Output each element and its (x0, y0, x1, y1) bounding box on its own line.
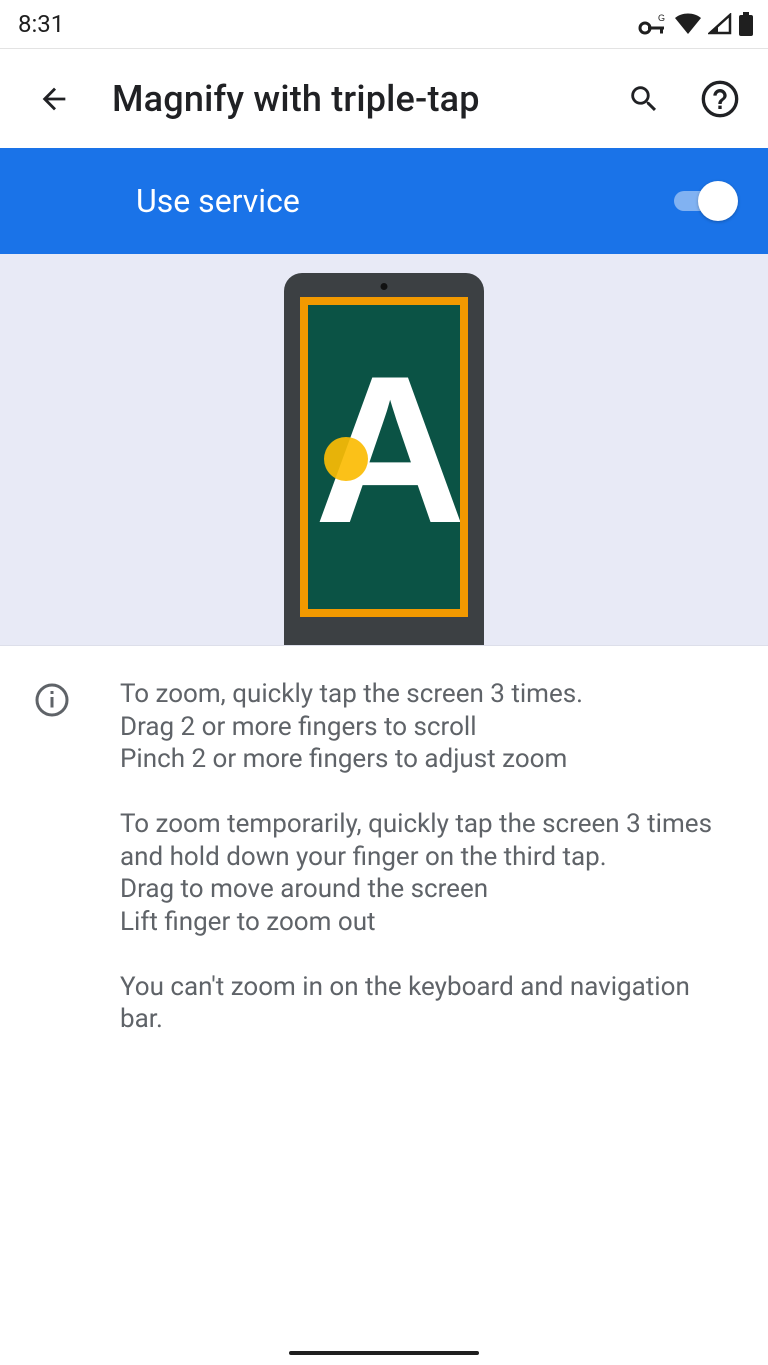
wifi-icon (674, 13, 702, 35)
help-button[interactable] (700, 79, 740, 119)
phone-illustration: A (284, 273, 484, 645)
use-service-row[interactable]: Use service (0, 148, 768, 254)
svg-text:G: G (658, 13, 665, 23)
app-bar: Magnify with triple-tap (0, 48, 768, 148)
use-service-label: Use service (136, 182, 672, 220)
status-icons: G (638, 12, 754, 36)
vpn-key-icon: G (638, 13, 668, 35)
battery-icon (738, 12, 754, 36)
status-time: 8:31 (18, 10, 64, 38)
status-bar: 8:31 G (0, 0, 768, 48)
illustration-panel: A (0, 254, 768, 646)
home-indicator[interactable] (289, 1351, 479, 1355)
touch-indicator-icon (324, 437, 368, 481)
info-icon (34, 682, 70, 718)
help-icon (700, 79, 740, 119)
use-service-toggle[interactable] (672, 181, 738, 221)
arrow-back-icon (37, 82, 71, 116)
instructions-text: To zoom, quickly tap the screen 3 times.… (120, 678, 738, 1036)
instructions-section: To zoom, quickly tap the screen 3 times.… (0, 646, 768, 1036)
cellular-icon (708, 13, 732, 35)
search-icon (627, 82, 661, 116)
page-title: Magnify with triple-tap (112, 78, 586, 120)
back-button[interactable] (34, 79, 74, 119)
search-button[interactable] (624, 79, 664, 119)
